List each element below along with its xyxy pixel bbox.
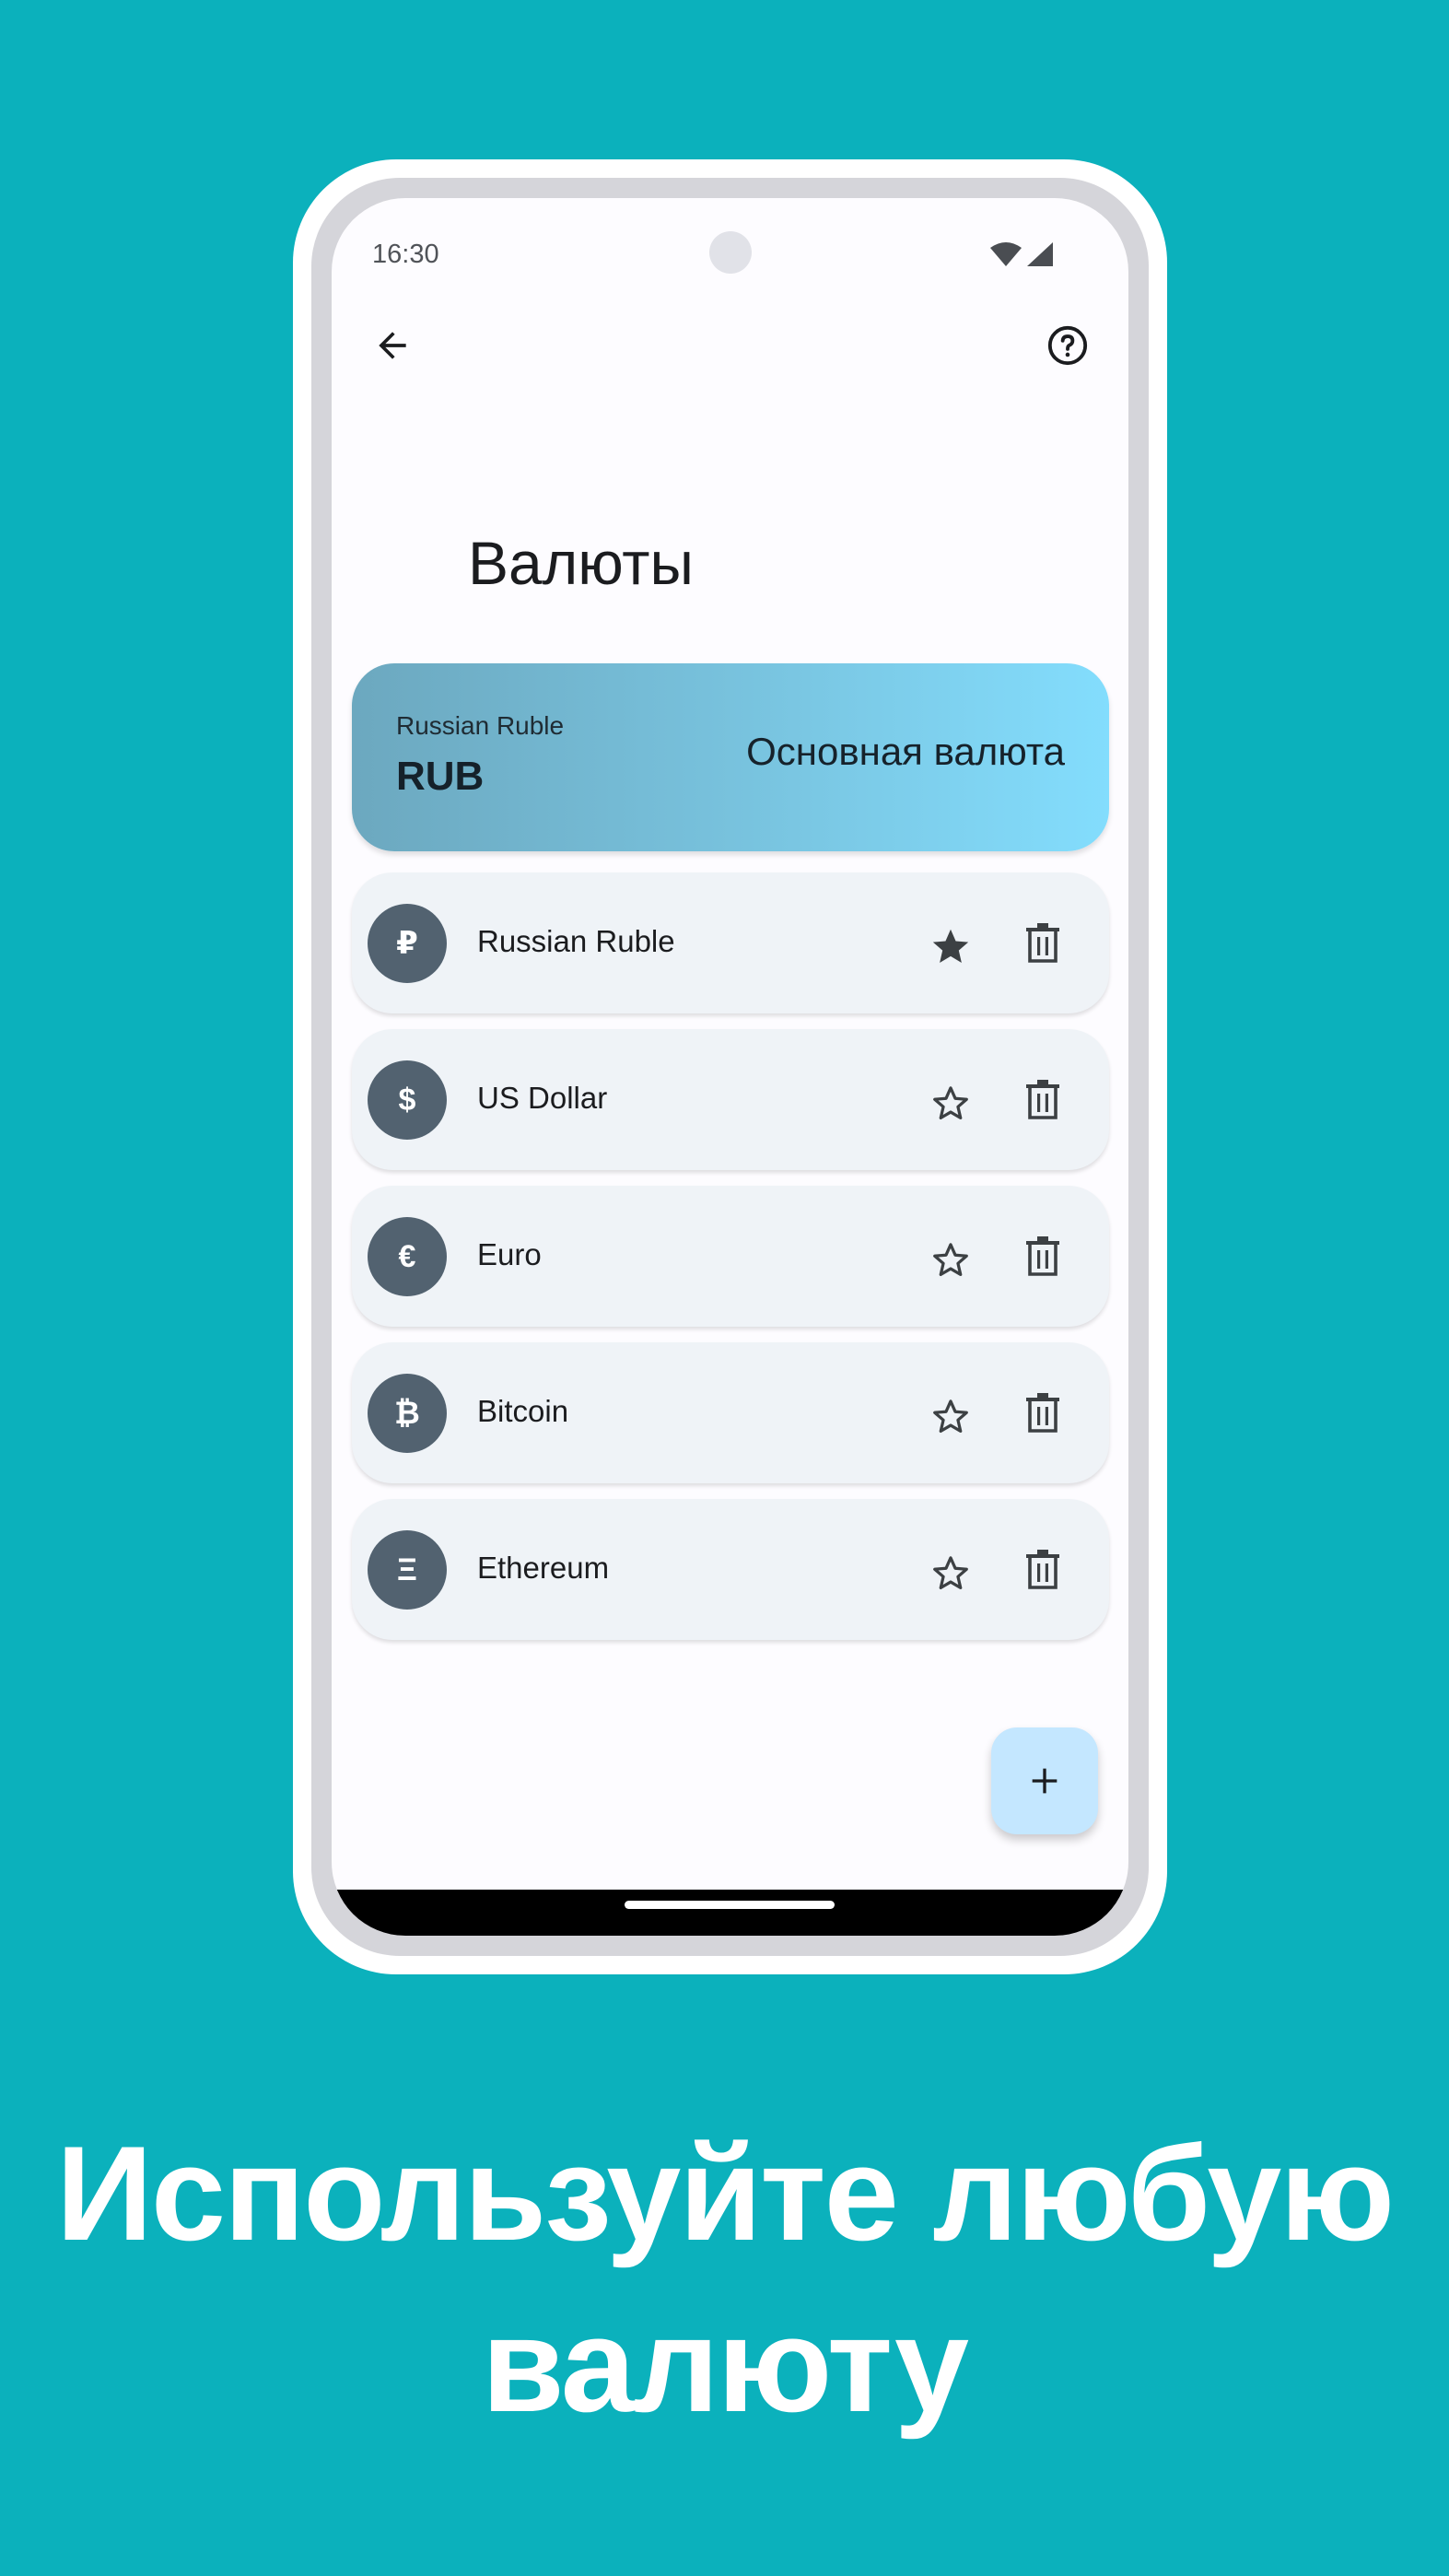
delete-button[interactable]	[1006, 1062, 1080, 1136]
currency-name: US Dollar	[477, 1081, 608, 1115]
list-item[interactable]: € Euro	[352, 1186, 1109, 1327]
favorite-button[interactable]	[914, 909, 987, 983]
list-item[interactable]: ₿ Bitcoin	[352, 1342, 1109, 1483]
star-outline-icon	[933, 1086, 968, 1120]
status-icons	[990, 242, 1053, 266]
currency-avatar: Ξ	[368, 1530, 447, 1610]
help-circle-icon	[1047, 325, 1088, 366]
page-title: Валюты	[468, 529, 694, 597]
list-item[interactable]: $ US Dollar	[352, 1029, 1109, 1170]
trash-icon	[1026, 1550, 1059, 1589]
wifi-icon	[990, 242, 1022, 266]
back-button[interactable]	[356, 309, 429, 382]
list-item[interactable]: Ξ Ethereum	[352, 1499, 1109, 1640]
currency-list: ₽ Russian Ruble $ US Dollar € Euro ₿ Bit…	[352, 872, 1109, 1656]
delete-button[interactable]	[1006, 1219, 1080, 1293]
favorite-button[interactable]	[914, 1223, 987, 1296]
caption-line-2: валюту	[481, 2289, 969, 2440]
delete-button[interactable]	[1006, 1376, 1080, 1449]
trash-icon	[1026, 1393, 1059, 1433]
list-item[interactable]: ₽ Russian Ruble	[352, 872, 1109, 1013]
plus-icon	[1032, 1768, 1058, 1794]
phone-frame: 16:30 Валюты Russian Ruble RUB Основная …	[293, 159, 1167, 1974]
currency-name: Russian Ruble	[477, 924, 675, 958]
navigation-bar	[332, 1890, 1128, 1936]
star-filled-icon	[932, 929, 969, 964]
main-currency-name: Russian Ruble	[396, 711, 565, 740]
currency-avatar: $	[368, 1060, 447, 1140]
arrow-back-icon	[379, 332, 406, 359]
star-outline-icon	[933, 1243, 968, 1277]
trash-icon	[1026, 1236, 1059, 1276]
delete-button[interactable]	[1006, 906, 1080, 979]
favorite-button[interactable]	[914, 1536, 987, 1610]
currency-name: Euro	[477, 1237, 542, 1271]
currency-name: Ethereum	[477, 1551, 610, 1585]
phone-bezel: 16:30 Валюты Russian Ruble RUB Основная …	[311, 178, 1149, 1956]
signal-icon	[1027, 242, 1053, 266]
currency-avatar: €	[368, 1217, 447, 1296]
favorite-button[interactable]	[914, 1379, 987, 1453]
currency-avatar: ₽	[368, 904, 447, 983]
help-button[interactable]	[1031, 309, 1104, 382]
status-time: 16:30	[372, 240, 439, 269]
front-camera	[709, 231, 752, 274]
caption-line-1: Используйте любую	[55, 2118, 1395, 2268]
main-currency-code: RUB	[396, 754, 485, 799]
delete-button[interactable]	[1006, 1532, 1080, 1606]
star-outline-icon	[933, 1399, 968, 1434]
currency-avatar: ₿	[368, 1374, 447, 1453]
trash-icon	[1026, 923, 1059, 963]
currency-name: Bitcoin	[477, 1394, 569, 1428]
trash-icon	[1026, 1080, 1059, 1119]
main-currency-label: Основная валюта	[746, 730, 1065, 773]
add-currency-button[interactable]	[991, 1727, 1098, 1834]
main-currency-card[interactable]: Russian Ruble RUB Основная валюта	[352, 663, 1109, 851]
star-outline-icon	[933, 1556, 968, 1590]
promo-caption: Используйте любую валюту	[0, 2108, 1449, 2451]
app-screen: 16:30 Валюты Russian Ruble RUB Основная …	[332, 198, 1128, 1936]
favorite-button[interactable]	[914, 1066, 987, 1140]
home-gesture-handle[interactable]	[625, 1901, 835, 1909]
